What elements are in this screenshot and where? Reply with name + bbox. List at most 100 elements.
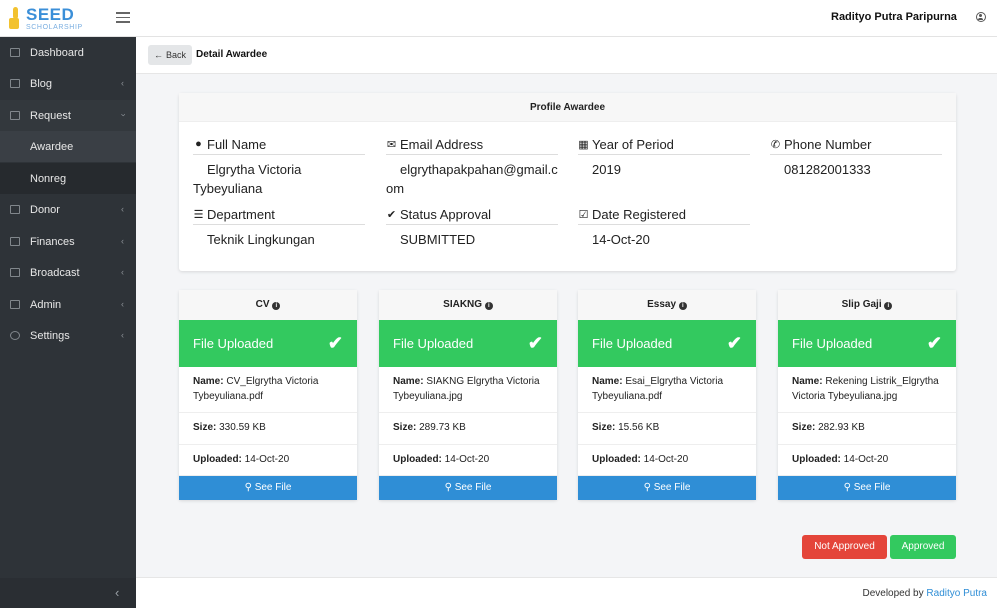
sidebar-item-label: Request bbox=[30, 109, 71, 122]
see-file-button[interactable]: ⚲ See File bbox=[179, 476, 357, 500]
see-file-label: See File bbox=[853, 482, 891, 493]
file-title: CV bbox=[255, 299, 270, 310]
file-title: Slip Gaji bbox=[841, 299, 882, 310]
field-year: ▦ Year of Period 2019 bbox=[578, 136, 750, 177]
file-card-siakng: SIAKNG i File Uploaded ✔ Name: SIAKNG Elg… bbox=[379, 290, 557, 500]
file-name-row: Name: SIAKNG Elgrytha Victoria Tybeyulia… bbox=[379, 367, 557, 413]
page-title: Detail Awardee bbox=[196, 49, 268, 60]
user-circle-icon[interactable] bbox=[976, 12, 986, 22]
field-label: Department bbox=[207, 206, 275, 222]
back-button[interactable]: ← Back bbox=[148, 45, 193, 65]
see-file-button[interactable]: ⚲ See File bbox=[578, 476, 756, 500]
file-card-slip-gaji: Slip Gaji i File Uploaded ✔ Name: Rekenin… bbox=[778, 290, 956, 500]
see-file-button[interactable]: ⚲ See File bbox=[379, 476, 557, 500]
sidebar-item-label: Dashboard bbox=[30, 46, 84, 59]
field-label: Phone Number bbox=[784, 136, 872, 152]
sidebar-item-broadcast[interactable]: Broadcast ‹ bbox=[0, 257, 136, 288]
field-label: Email Address bbox=[400, 136, 484, 152]
label: Name: bbox=[393, 376, 424, 387]
email-value: elgrythapakpahan@gmail.com bbox=[386, 162, 558, 196]
calendar-icon: ▦ bbox=[578, 138, 589, 151]
label: Uploaded: bbox=[592, 453, 641, 465]
back-button-label: Back bbox=[166, 50, 187, 60]
file-card-heading: Slip Gaji i bbox=[778, 290, 956, 320]
file-size-row: Size: 289.73 KB bbox=[379, 413, 557, 445]
file-uploaded-row: Uploaded: 14-Oct-20 bbox=[379, 445, 557, 476]
see-file-label: See File bbox=[254, 482, 292, 493]
department-value: Teknik Lingkungan bbox=[207, 232, 315, 247]
label: Uploaded: bbox=[393, 453, 442, 465]
profile-card: Profile Awardee ● Full Name Elgrytha Vict… bbox=[179, 93, 956, 271]
label: Name: bbox=[792, 376, 823, 387]
info-icon[interactable]: i bbox=[484, 302, 493, 310]
gear-icon bbox=[10, 331, 20, 340]
brand-subtitle: SCHOLARSHIP bbox=[26, 23, 83, 31]
sidebar-item-dashboard[interactable]: Dashboard bbox=[0, 37, 136, 68]
check-icon: ✔ bbox=[926, 333, 942, 353]
file-size-row: Size: 330.59 KB bbox=[179, 413, 357, 445]
file-size: 282.93 KB bbox=[818, 422, 865, 433]
sidebar-item-settings[interactable]: Settings ‹ bbox=[0, 320, 136, 351]
top-bar: SEED SCHOLARSHIP Radityo Putra Paripurna bbox=[0, 0, 997, 37]
collapse-sidebar-icon[interactable]: ‹ bbox=[115, 585, 119, 600]
logo[interactable]: SEED SCHOLARSHIP bbox=[9, 4, 83, 32]
sidebar-item-label: Finances bbox=[30, 235, 75, 248]
file-status-text: File Uploaded bbox=[592, 336, 673, 351]
file-card-heading: SIAKNG i bbox=[379, 290, 557, 320]
file-status: File Uploaded ✔ bbox=[379, 320, 557, 367]
search-icon: ⚲ bbox=[843, 482, 851, 493]
info-icon[interactable]: i bbox=[884, 302, 893, 310]
file-card-heading: CV i bbox=[179, 290, 357, 320]
check-icon: ✔ bbox=[386, 208, 397, 221]
label: Size: bbox=[393, 422, 417, 433]
field-email: ✉ Email Address elgrythapakpahan@gmail.co… bbox=[386, 136, 558, 196]
see-file-button[interactable]: ⚲ See File bbox=[778, 476, 956, 500]
approved-button[interactable]: Approved bbox=[890, 535, 956, 559]
sidebar-subitem-awardee[interactable]: Awardee bbox=[0, 131, 136, 162]
file-size: 15.56 KB bbox=[618, 422, 660, 433]
info-icon[interactable]: i bbox=[678, 302, 687, 310]
sidebar-item-label: Admin bbox=[30, 298, 62, 311]
envelope-icon: ✉ bbox=[386, 138, 397, 151]
brand-title: SEED bbox=[26, 4, 75, 24]
file-status-text: File Uploaded bbox=[792, 336, 873, 351]
file-name-row: Name: Esai_Elgrytha Victoria Tybeyuliana… bbox=[578, 367, 756, 413]
file-title: Essay bbox=[647, 299, 677, 310]
file-status: File Uploaded ✔ bbox=[578, 320, 756, 367]
file-size-row: Size: 15.56 KB bbox=[578, 413, 756, 445]
file-status-text: File Uploaded bbox=[193, 336, 274, 351]
sidebar-item-finances[interactable]: Finances ‹ bbox=[0, 226, 136, 257]
status-value: SUBMITTED bbox=[400, 232, 476, 247]
money-icon bbox=[10, 237, 20, 246]
not-approved-button[interactable]: Not Approved bbox=[802, 535, 887, 559]
hamburger-menu-icon[interactable] bbox=[116, 12, 130, 23]
sidebar-item-donor[interactable]: Donor ‹ bbox=[0, 194, 136, 225]
chevron-down-icon: ‹ bbox=[117, 113, 128, 117]
footer-author-link[interactable]: Radityo Putra bbox=[926, 588, 987, 599]
sidebar-item-label: Settings bbox=[30, 329, 70, 342]
sidebar: Dashboard Blog ‹ Request ‹ Awardee Nonre… bbox=[0, 37, 136, 608]
user-name[interactable]: Radityo Putra Paripurna bbox=[831, 11, 957, 23]
chevron-left-icon: ‹ bbox=[121, 299, 124, 309]
sidebar-subitem-nonreg[interactable]: Nonreg bbox=[0, 163, 136, 194]
file-uploaded: 14-Oct-20 bbox=[843, 453, 889, 465]
sidebar-item-blog[interactable]: Blog ‹ bbox=[0, 68, 136, 99]
edit-icon bbox=[10, 79, 20, 88]
sidebar-item-label: Broadcast bbox=[30, 266, 80, 279]
chevron-left-icon: ‹ bbox=[121, 330, 124, 340]
file-name-row: Name: CV_Elgrytha Victoria Tybeyuliana.p… bbox=[179, 367, 357, 413]
info-icon[interactable]: i bbox=[272, 302, 281, 310]
see-file-label: See File bbox=[653, 482, 691, 493]
field-date-registered: ☑ Date Registered 14-Oct-20 bbox=[578, 206, 750, 247]
seed-logo-icon bbox=[9, 7, 22, 29]
profile-heading: Profile Awardee bbox=[179, 93, 956, 122]
check-icon: ✔ bbox=[327, 333, 343, 353]
full-name-value: Elgrytha Victoria Tybeyuliana bbox=[193, 162, 302, 196]
file-uploaded-row: Uploaded: 14-Oct-20 bbox=[179, 445, 357, 476]
search-icon: ⚲ bbox=[244, 482, 252, 493]
file-uploaded-row: Uploaded: 14-Oct-20 bbox=[778, 445, 956, 476]
sidebar-item-admin[interactable]: Admin ‹ bbox=[0, 289, 136, 320]
file-uploaded: 14-Oct-20 bbox=[643, 453, 689, 465]
chevron-left-icon: ‹ bbox=[121, 236, 124, 246]
sidebar-item-request[interactable]: Request ‹ bbox=[0, 100, 136, 131]
